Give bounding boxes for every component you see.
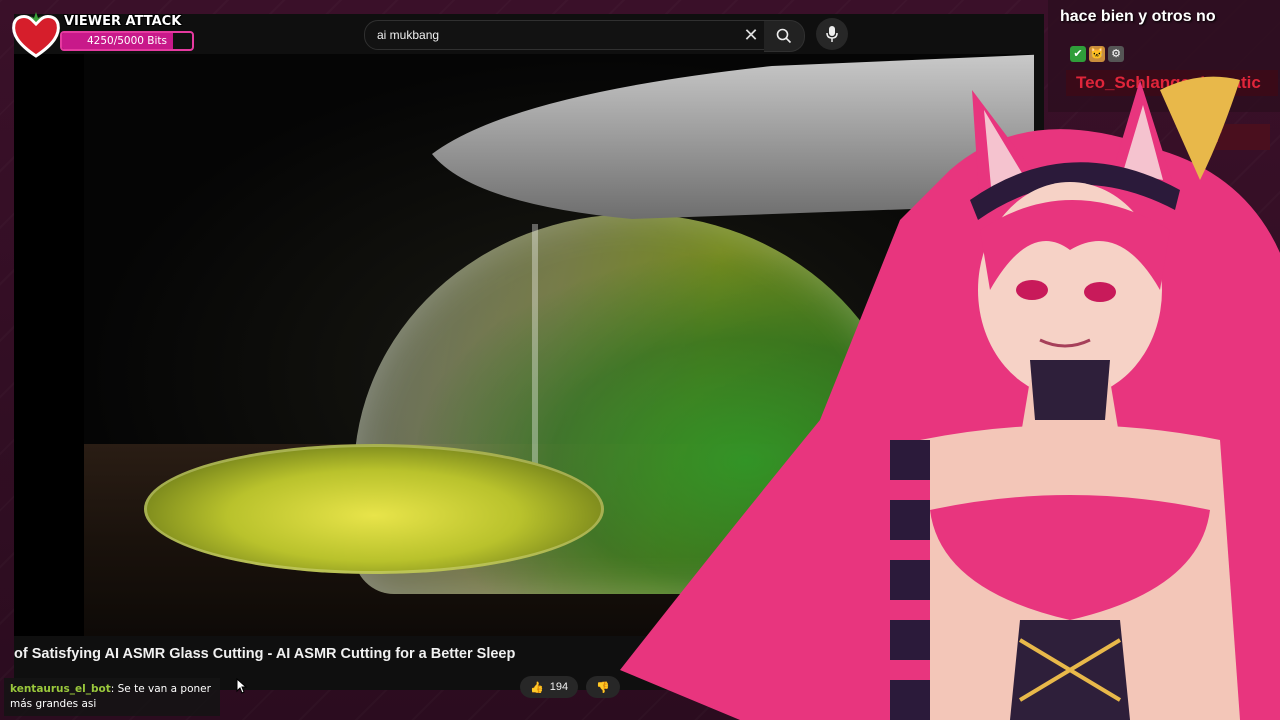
viewer-attack-widget: VIEWER ATTACK 4250/5000 Bits [8, 8, 194, 60]
chat-message: hace bien y otros no [1060, 8, 1216, 25]
chat-bottom-message: kentaurus_el_bot: Se te van a poner más … [4, 678, 220, 716]
chat-bottom-separator: : [110, 683, 118, 695]
thumbs-up-icon: 👍 [530, 681, 544, 694]
chat-bottom-username: kentaurus_el_bot [10, 683, 111, 695]
like-count: 194 [549, 681, 569, 693]
stream-canvas: ✕ of Satisfy [0, 0, 1280, 720]
video-jelly-slice [144, 444, 604, 574]
bits-progress-text: 4250/5000 Bits [86, 35, 168, 47]
video-letterbox [14, 54, 84, 636]
like-button[interactable]: 👍 194 [520, 676, 579, 698]
microphone-icon [826, 26, 838, 42]
vtuber-avatar [620, 76, 1280, 720]
clear-search-icon[interactable]: ✕ [737, 21, 765, 49]
search-button[interactable] [764, 20, 805, 52]
viewer-attack-title: VIEWER ATTACK [64, 14, 182, 29]
search-icon [776, 28, 792, 44]
voice-search-button[interactable] [816, 18, 848, 50]
video-title[interactable]: of Satisfying AI ASMR Glass Cutting - AI… [14, 646, 515, 662]
bits-progress-bar: 4250/5000 Bits [60, 31, 194, 51]
tomato-heart-icon [12, 12, 60, 58]
search-input[interactable] [365, 27, 737, 43]
mouse-cursor-icon [236, 678, 248, 694]
search-bar[interactable]: ✕ [364, 20, 766, 50]
